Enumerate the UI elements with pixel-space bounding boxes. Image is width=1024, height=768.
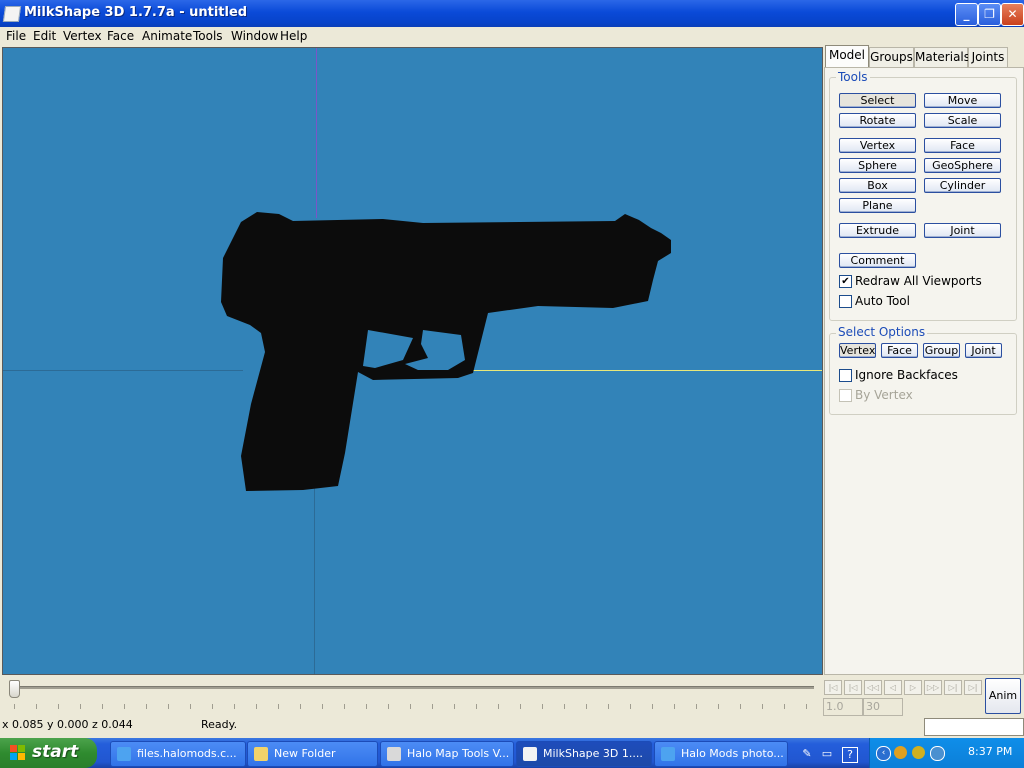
ie-icon xyxy=(661,747,675,761)
tab-model[interactable]: Model xyxy=(825,45,869,68)
tray-status-icon[interactable] xyxy=(894,746,907,759)
status-message: Ready. xyxy=(201,718,238,731)
taskbar-item-label: New Folder xyxy=(274,747,336,760)
scale-tool-button[interactable]: Scale xyxy=(924,113,1001,128)
face-tool-button[interactable]: Face xyxy=(924,138,1001,153)
menu-help[interactable]: Help xyxy=(280,29,307,43)
3d-viewport[interactable] xyxy=(2,47,823,675)
pistol-model[interactable] xyxy=(3,48,822,674)
system-clock: 8:37 PM xyxy=(968,745,1013,758)
taskbar-item-milkshape[interactable]: MilkShape 3D 1.... xyxy=(516,741,652,767)
cylinder-tool-button[interactable]: Cylinder xyxy=(924,178,1001,193)
plane-tool-button[interactable]: Plane xyxy=(839,198,916,213)
taskbar-item-halo-map-tools[interactable]: Halo Map Tools V... xyxy=(380,741,514,767)
select-vertex-button[interactable]: Vertex xyxy=(839,343,876,358)
geosphere-tool-button[interactable]: GeoSphere xyxy=(924,158,1001,173)
back-arrow-icon[interactable]: ‹ xyxy=(876,746,891,761)
menu-tools[interactable]: Tools xyxy=(193,29,223,43)
prev-key-button[interactable]: |◁ xyxy=(844,680,862,695)
app-icon xyxy=(387,747,401,761)
extrude-tool-button[interactable]: Extrude xyxy=(839,223,916,238)
vertex-tool-button[interactable]: Vertex xyxy=(839,138,916,153)
windows-taskbar: start files.halomods.c... New Folder Hal… xyxy=(0,738,1024,768)
title-bar: MilkShape 3D 1.7.7a - untitled _ ❐ ✕ xyxy=(0,0,1024,27)
select-joint-button[interactable]: Joint xyxy=(965,343,1002,358)
by-vertex-label: By Vertex xyxy=(855,388,913,402)
tray-security-icon[interactable] xyxy=(912,746,925,759)
box-tool-button[interactable]: Box xyxy=(839,178,916,193)
taskbar-item-label: Halo Mods photo... xyxy=(681,747,784,760)
menu-window[interactable]: Window xyxy=(231,29,278,43)
rotate-tool-button[interactable]: Rotate xyxy=(839,113,916,128)
animation-timeline xyxy=(2,676,821,716)
milkshape-app-icon xyxy=(2,6,22,22)
tools-group-label: Tools xyxy=(836,70,870,84)
taskbar-item-label: files.halomods.c... xyxy=(137,747,237,760)
status-field xyxy=(924,718,1024,736)
status-bar: x 0.085 y 0.000 z 0.044 Ready. xyxy=(0,716,1024,736)
system-tray: ‹ 8:37 PM xyxy=(869,738,1024,768)
timeline-slider-thumb[interactable] xyxy=(9,680,20,698)
next-key-button[interactable]: ▷| xyxy=(944,680,962,695)
frame-end-field[interactable]: 30 xyxy=(863,698,903,716)
frame-start-field[interactable]: 1.0 xyxy=(823,698,863,716)
timeline-ticks xyxy=(14,704,814,709)
select-options-label: Select Options xyxy=(836,325,928,339)
select-face-button[interactable]: Face xyxy=(881,343,918,358)
first-frame-button[interactable]: |◁ xyxy=(824,680,842,695)
tab-joints[interactable]: Joints xyxy=(968,47,1008,67)
taskbar-item-halo-mods-photo[interactable]: Halo Mods photo... xyxy=(654,741,788,767)
menu-file[interactable]: File xyxy=(6,29,26,43)
comment-button[interactable]: Comment xyxy=(839,253,916,268)
close-button[interactable]: ✕ xyxy=(1001,3,1024,26)
window-title: MilkShape 3D 1.7.7a - untitled xyxy=(24,5,248,20)
tab-groups[interactable]: Groups xyxy=(869,47,914,67)
redraw-all-viewports-label: Redraw All Viewports xyxy=(855,274,982,288)
maximize-button[interactable]: ❐ xyxy=(978,3,1001,26)
help-icon[interactable]: ? xyxy=(842,747,858,763)
windows-logo-icon xyxy=(10,745,25,760)
rewind-button[interactable]: ◁◁ xyxy=(864,680,882,695)
pen-tool-icon[interactable]: ✎ xyxy=(800,747,814,761)
auto-tool-label: Auto Tool xyxy=(855,294,910,308)
cursor-coordinates: x 0.085 y 0.000 z 0.044 xyxy=(2,718,133,731)
joint-tool-button[interactable]: Joint xyxy=(924,223,1001,238)
ignore-backfaces-label: Ignore Backfaces xyxy=(855,368,958,382)
next-frame-button[interactable]: ▷ xyxy=(904,680,922,695)
folder-icon xyxy=(254,747,268,761)
select-tool-button[interactable]: Select xyxy=(839,93,916,108)
milkshape-icon xyxy=(523,747,537,761)
start-button[interactable]: start xyxy=(0,738,97,768)
last-frame-button[interactable]: ▷| xyxy=(964,680,982,695)
taskbar-item-label: Halo Map Tools V... xyxy=(407,747,510,760)
minimize-button[interactable]: _ xyxy=(955,3,978,26)
redraw-all-viewports-checkbox[interactable]: ✔ xyxy=(839,275,852,288)
ignore-backfaces-checkbox[interactable] xyxy=(839,369,852,382)
by-vertex-checkbox xyxy=(839,389,852,402)
timeline-track[interactable] xyxy=(14,686,814,689)
taskbar-item-label: MilkShape 3D 1.... xyxy=(543,747,643,760)
select-group-button[interactable]: Group xyxy=(923,343,960,358)
tab-materials[interactable]: Materials xyxy=(914,47,970,67)
menu-face[interactable]: Face xyxy=(107,29,134,43)
tray-network-icon[interactable] xyxy=(930,746,945,761)
auto-tool-checkbox[interactable] xyxy=(839,295,852,308)
sphere-tool-button[interactable]: Sphere xyxy=(839,158,916,173)
model-panel: Tools Select Move Rotate Scale Vertex Fa… xyxy=(824,67,1024,675)
prev-frame-button[interactable]: ◁ xyxy=(884,680,902,695)
taskbar-item-halomods-files[interactable]: files.halomods.c... xyxy=(110,741,246,767)
menu-vertex[interactable]: Vertex xyxy=(63,29,102,43)
move-tool-button[interactable]: Move xyxy=(924,93,1001,108)
menu-edit[interactable]: Edit xyxy=(33,29,56,43)
monitor-icon[interactable]: ▭ xyxy=(820,747,834,761)
fast-forward-button[interactable]: ▷▷ xyxy=(924,680,942,695)
taskbar-item-new-folder[interactable]: New Folder xyxy=(247,741,378,767)
start-label: start xyxy=(32,742,79,762)
anim-toggle-button[interactable]: Anim xyxy=(985,678,1021,714)
menu-bar: File Edit Vertex Face Animate Tools Wind… xyxy=(0,27,1024,46)
ie-icon xyxy=(117,747,131,761)
menu-animate[interactable]: Animate xyxy=(142,29,192,43)
